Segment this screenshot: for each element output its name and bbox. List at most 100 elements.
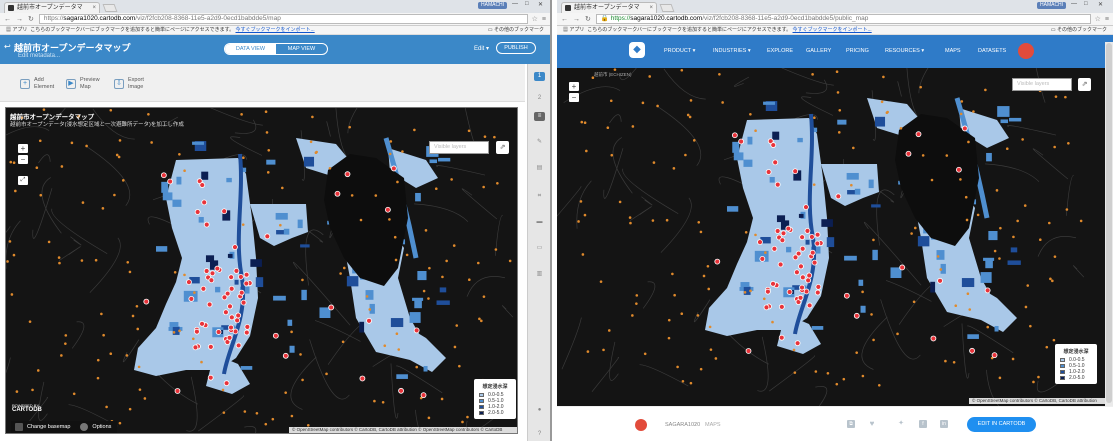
poi-dot — [1053, 145, 1056, 149]
other-bookmarks[interactable]: ▭ その他のブックマーク — [1051, 26, 1107, 35]
reload-icon[interactable]: ↻ — [28, 15, 34, 23]
shelter-marker — [234, 317, 241, 324]
import-bookmarks-link[interactable]: 今すぐブックマークをインポート... — [793, 27, 872, 33]
poi-dot — [388, 152, 392, 156]
maximize-icon[interactable]: □ — [525, 1, 529, 7]
profile-badge[interactable]: HAMACHI — [478, 2, 508, 9]
nav-resources[interactable]: RESOURCES ▾ — [885, 48, 924, 54]
other-bookmarks[interactable]: ▭ その他のブックマーク — [488, 26, 544, 35]
legend-icon[interactable]: ▬ — [534, 218, 545, 227]
layer-1-tab[interactable]: 1 — [534, 72, 545, 81]
back-arrow-icon[interactable]: ← — [561, 16, 568, 23]
poi-dot — [350, 194, 354, 197]
chart-icon[interactable]: ▥ — [534, 270, 545, 279]
shelter-marker — [778, 303, 785, 310]
browser-tab[interactable]: 越前市オープンデータマ × — [4, 2, 100, 13]
nav-pricing[interactable]: PRICING — [846, 48, 869, 54]
map-attribution[interactable]: © OpenStreetMap contributors © CartoDB, … — [969, 398, 1105, 404]
url-input[interactable]: https://sagara1020.cartodb.com/viz/f2fcb… — [38, 14, 528, 24]
apps-link[interactable]: アプリ — [12, 27, 27, 33]
nav-explore[interactable]: EXPLORE — [767, 48, 793, 54]
bookmark-star-icon[interactable]: ☆ — [532, 15, 538, 23]
zoom-in-button[interactable]: + — [569, 82, 579, 91]
change-basemap-button[interactable]: Change basemap — [27, 421, 70, 433]
scrollbar-thumb[interactable] — [1106, 43, 1112, 403]
back-icon[interactable]: ↩ — [4, 42, 11, 51]
edit-in-cartodb-button[interactable]: EDIT IN CARTODB — [967, 417, 1036, 432]
editor-map[interactable]: 越前市オープンデータマップ 越前市オープンデータ(浸水想定区域と一次避難所データ… — [5, 107, 518, 434]
visible-layers-dropdown[interactable]: Visible layers — [429, 141, 489, 154]
edit-metadata-link[interactable]: Edit metadata... — [18, 53, 60, 59]
sql-icon[interactable]: ≡ — [534, 112, 545, 121]
map-canvas[interactable] — [6, 108, 517, 433]
new-tab-button[interactable] — [659, 4, 675, 12]
maximize-icon[interactable]: □ — [1084, 1, 1088, 7]
help-icon[interactable]: ? — [534, 430, 545, 439]
menu-icon[interactable]: ≡ — [1105, 16, 1109, 23]
wizard-icon[interactable]: ✎ — [534, 138, 545, 147]
visible-layers-dropdown[interactable]: Visible layers — [1012, 78, 1072, 91]
apps-icon[interactable]: ▦ — [6, 27, 11, 33]
url-input[interactable]: 🔒 https://sagara1020.cartodb.com/viz/f2f… — [595, 14, 1091, 24]
apps-icon[interactable]: ▦ — [563, 27, 568, 33]
close-window-icon[interactable]: ✕ — [538, 1, 543, 8]
close-window-icon[interactable]: ✕ — [1098, 1, 1103, 8]
preview-map-button[interactable]: ▶ Preview Map — [66, 77, 100, 91]
edit-menu[interactable]: Edit ▾ — [474, 45, 489, 52]
facebook-icon[interactable]: f — [919, 420, 927, 428]
share-icon[interactable]: ⇗ — [496, 141, 509, 154]
forward-arrow-icon[interactable]: → — [573, 16, 580, 23]
zoom-in-button[interactable]: + — [18, 144, 28, 153]
close-tab-icon[interactable]: × — [92, 3, 96, 13]
data-view-tab[interactable]: DATA VIEW — [225, 44, 276, 54]
nav-industries[interactable]: INDUSTRIES ▾ — [713, 48, 751, 54]
profile-badge[interactable]: HAMACHI — [1037, 2, 1067, 9]
zoom-out-button[interactable]: − — [569, 93, 579, 102]
nav-product[interactable]: PRODUCT ▾ — [664, 48, 695, 54]
page-scrollbar[interactable] — [1105, 42, 1113, 406]
shelter-marker — [905, 150, 912, 157]
filter-icon[interactable]: ▭ — [534, 244, 545, 253]
poi-dot — [579, 200, 583, 203]
public-map-canvas[interactable] — [557, 68, 1105, 406]
back-arrow-icon[interactable]: ← — [4, 16, 11, 23]
flood-zone-deep — [988, 231, 998, 241]
reload-icon[interactable]: ↻ — [585, 15, 591, 23]
minimize-icon[interactable]: — — [1071, 1, 1077, 7]
fullscreen-button[interactable]: ⤢ — [18, 176, 28, 185]
import-bookmarks-link[interactable]: 今すぐブックマークをインポート... — [236, 27, 315, 33]
share-icon[interactable]: ⇗ — [1078, 78, 1091, 91]
map-attribution[interactable]: © OpenStreetMap contributors © CartoDB, … — [289, 427, 517, 433]
publish-button[interactable]: PUBLISH — [496, 42, 536, 54]
close-tab-icon[interactable]: × — [649, 3, 653, 13]
bookmark-star-icon[interactable]: ☆ — [1095, 15, 1101, 23]
forward-arrow-icon[interactable]: → — [16, 16, 23, 23]
lightbulb-icon[interactable]: ● — [534, 406, 545, 415]
zoom-out-button[interactable]: − — [18, 155, 28, 164]
map-view-tab[interactable]: MAP VIEW — [276, 44, 327, 54]
embed-icon[interactable]: ⧉ — [847, 420, 855, 428]
css-icon[interactable]: ⌗ — [534, 192, 545, 201]
minimize-icon[interactable]: — — [512, 1, 518, 7]
new-tab-button[interactable] — [102, 4, 118, 12]
infowindow-icon[interactable]: ▤ — [534, 164, 545, 173]
road-line — [1007, 125, 1057, 136]
footer-maps-link[interactable]: MAPS — [705, 422, 721, 428]
cartodb-logo-icon[interactable]: ◆ — [629, 42, 645, 58]
nav-datasets[interactable]: DATASETS — [978, 48, 1006, 54]
export-image-button[interactable]: ⇩ Export Image — [114, 77, 144, 91]
menu-icon[interactable]: ≡ — [542, 16, 546, 23]
apps-link[interactable]: アプリ — [569, 27, 584, 33]
like-heart-icon[interactable]: ♥ — [868, 420, 876, 428]
twitter-icon[interactable]: ✦ — [897, 420, 905, 428]
layer-2-tab[interactable]: 2 — [534, 94, 545, 103]
browser-tab[interactable]: 越前市オープンデータマ × — [561, 2, 657, 13]
linkedin-icon[interactable]: in — [940, 420, 948, 428]
poi-dot — [309, 140, 313, 144]
nav-gallery[interactable]: GALLERY — [806, 48, 831, 54]
add-element-button[interactable]: + Add Element — [20, 77, 54, 91]
nav-maps[interactable]: MAPS — [945, 48, 961, 54]
user-avatar[interactable] — [1018, 43, 1034, 59]
options-button[interactable]: Options — [92, 421, 111, 433]
footer-avatar[interactable] — [635, 419, 647, 431]
